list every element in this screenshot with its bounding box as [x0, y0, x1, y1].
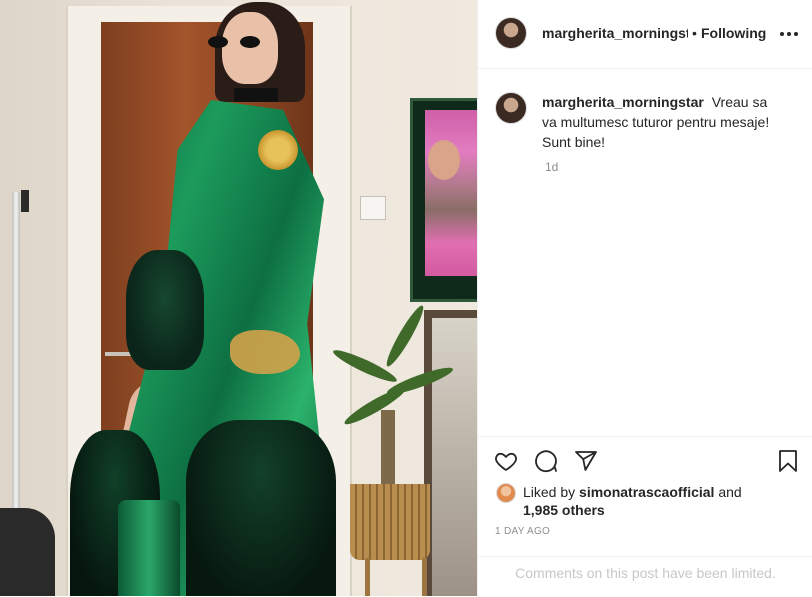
photo-tv-screen	[425, 110, 477, 276]
more-horizontal-icon[interactable]	[778, 23, 800, 45]
liker-username[interactable]: simonatrascaofficial	[579, 484, 714, 500]
author-avatar[interactable]	[495, 17, 527, 49]
post-date[interactable]: 1 DAY AGO	[495, 526, 550, 537]
photo-plant-pot	[350, 484, 430, 560]
post-caption: margherita_morningstar Vreau sa va multu…	[542, 92, 782, 152]
post-photo[interactable]	[0, 0, 477, 596]
photo-boot	[118, 500, 180, 596]
comments-limited-notice: Comments on this post have been limited.	[478, 556, 812, 597]
likes-prefix: Liked by	[523, 484, 576, 500]
photo-fur-cuff	[126, 250, 204, 370]
header-separator: •	[692, 25, 697, 41]
photo-sun-embroidery	[258, 130, 298, 170]
photo-choker	[234, 88, 278, 102]
photo-light-switch	[360, 196, 386, 220]
photo-sunglasses	[208, 36, 264, 48]
photo-face	[222, 12, 278, 84]
instagram-post-modal: margherita_morningstar • Following margh…	[0, 0, 812, 596]
heart-icon[interactable]	[494, 449, 518, 473]
photo-mirror-glass	[432, 318, 477, 596]
post-header: margherita_morningstar • Following	[478, 0, 812, 69]
likes-others-link[interactable]: 1,985 others	[523, 501, 605, 519]
post-actions: Liked by simonatrascaofficial and 1,985 …	[478, 436, 812, 557]
following-button[interactable]: Following	[701, 25, 766, 41]
caption-age[interactable]: 1d	[545, 160, 558, 174]
photo-plant-trunk	[381, 410, 395, 490]
author-username[interactable]: margherita_morningstar	[542, 25, 688, 41]
photo-pram	[0, 508, 55, 596]
comment-icon[interactable]	[534, 449, 558, 473]
bookmark-icon[interactable]	[776, 449, 800, 473]
photo-tv-face	[428, 140, 460, 180]
likes-conjunction: and	[718, 484, 742, 500]
caption-avatar[interactable]	[495, 92, 527, 124]
photo-fur-hem-right	[186, 420, 336, 596]
share-icon[interactable]	[574, 449, 598, 473]
caption-username[interactable]: margherita_morningstar	[542, 94, 704, 110]
photo-plant-stand	[365, 558, 427, 596]
photo-mop	[12, 192, 20, 522]
likes-text: Liked by simonatrascaofficial and	[523, 483, 793, 501]
post-side-panel: margherita_morningstar • Following margh…	[477, 0, 812, 596]
photo-mop-top	[21, 190, 29, 212]
liker-avatar[interactable]	[496, 483, 516, 503]
photo-gold-embroidery	[230, 330, 300, 374]
